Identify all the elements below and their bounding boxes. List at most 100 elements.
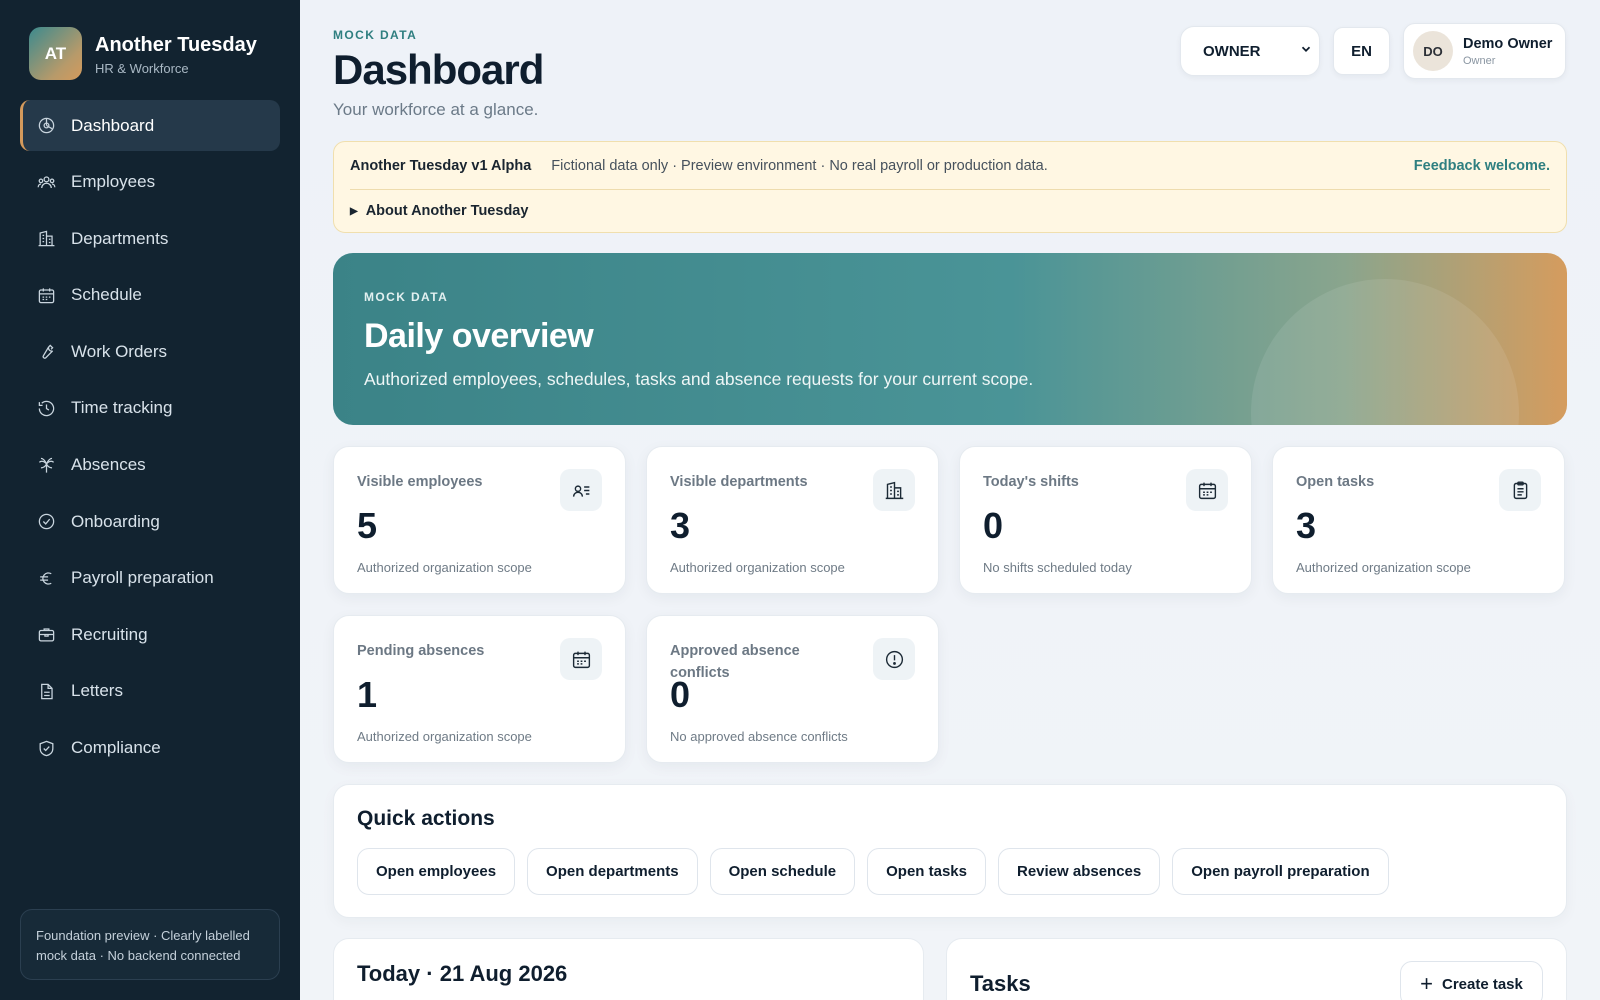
departments-icon (36, 229, 56, 249)
briefcase-icon (36, 625, 56, 645)
open-schedule-button[interactable]: Open schedule (709, 848, 856, 895)
stat-card-departments[interactable]: Visible departments 3 Authorized organiz… (646, 446, 939, 594)
today-panel: Today · 21 Aug 2026 (333, 938, 924, 1000)
stat-value: 0 (670, 674, 691, 715)
review-absences-button[interactable]: Review absences (997, 848, 1161, 895)
stat-value: 0 (983, 505, 1004, 546)
euro-icon (36, 568, 56, 588)
stat-value: 1 (357, 674, 378, 715)
sidebar-item-compliance[interactable]: Compliance (20, 723, 280, 774)
role-select-value: OWNER (1203, 42, 1261, 60)
quick-actions: Quick actions Open employees Open depart… (333, 784, 1567, 918)
shield-check-icon (36, 738, 56, 758)
sidebar-item-schedule[interactable]: Schedule (20, 270, 280, 321)
sidebar-item-letters[interactable]: Letters (20, 666, 280, 717)
stat-card-shifts[interactable]: Today's shifts 0 No shifts scheduled tod… (959, 446, 1252, 594)
sidebar-nav: Dashboard Employees Departments Schedule… (20, 100, 280, 779)
about-disclosure-label: About Another Tuesday (365, 203, 529, 219)
alpha-banner-title: Another Tuesday v1 Alpha (350, 158, 532, 174)
feedback-link[interactable]: Feedback welcome. (1414, 158, 1550, 174)
triangle-right-icon: ▶ (350, 205, 358, 217)
open-payroll-button[interactable]: Open payroll preparation (1172, 848, 1389, 895)
sidebar-item-label: Payroll preparation (71, 568, 214, 588)
tasks-panel: Tasks + Create task (946, 938, 1567, 1000)
stat-label: Approved absence conflicts (670, 643, 800, 681)
stat-card-open-tasks[interactable]: Open tasks 3 Authorized organization sco… (1272, 446, 1565, 594)
quick-actions-title: Quick actions (357, 807, 495, 830)
header-controls: OWNER EN DO Demo Owner Owner (1180, 23, 1566, 79)
hero-title: Daily overview (364, 317, 594, 355)
user-name: Demo Owner (1463, 35, 1553, 52)
page-eyebrow: MOCK DATA (333, 28, 418, 42)
sidebar-item-label: Dashboard (71, 115, 155, 135)
alert-circle-icon (873, 638, 915, 680)
sidebar-item-label: Departments (71, 228, 169, 248)
sidebar-item-employees[interactable]: Employees (20, 157, 280, 208)
avatar: DO (1413, 31, 1453, 71)
alpha-banner-note: Fictional data only · Preview environmen… (551, 158, 1048, 174)
main-content: MOCK DATA Dashboard Your workforce at a … (300, 0, 1600, 1000)
user-menu[interactable]: DO Demo Owner Owner (1403, 23, 1566, 79)
stat-label: Pending absences (357, 643, 485, 659)
open-employees-button[interactable]: Open employees (357, 848, 516, 895)
sidebar-item-absences[interactable]: Absences (20, 440, 280, 491)
sidebar-item-label: Compliance (71, 738, 161, 758)
role-select[interactable]: OWNER (1180, 26, 1320, 76)
brand-logo: AT (29, 27, 82, 80)
sidebar: AT Another Tuesday HR & Workforce Dashbo… (0, 0, 300, 1000)
stat-note: No approved absence conflicts (670, 729, 848, 744)
plus-icon: + (1420, 971, 1433, 996)
stat-note: Authorized organization scope (357, 729, 532, 744)
alpha-banner-divider (350, 189, 1550, 190)
brand-name: Another Tuesday (95, 33, 257, 56)
chevron-down-icon (1299, 42, 1313, 60)
check-circle-icon (36, 512, 56, 532)
sidebar-item-onboarding[interactable]: Onboarding (20, 496, 280, 547)
stat-card-pending-absences[interactable]: Pending absences 1 Authorized organizati… (333, 615, 626, 763)
dashboard-icon (36, 116, 56, 136)
sidebar-item-time-tracking[interactable]: Time tracking (20, 383, 280, 434)
stat-label: Open tasks (1296, 474, 1375, 490)
create-task-label: Create task (1441, 975, 1523, 993)
stat-label: Visible employees (357, 474, 483, 490)
wrench-icon (36, 342, 56, 362)
building-icon (873, 469, 915, 511)
stat-card-employees[interactable]: Visible employees 5 Authorized organizat… (333, 446, 626, 594)
page-subtitle: Your workforce at a glance. (333, 100, 539, 119)
sidebar-item-label: Employees (71, 172, 156, 192)
create-task-button[interactable]: + Create task (1400, 961, 1543, 1000)
hero-eyebrow: MOCK DATA (364, 290, 449, 304)
sidebar-item-label: Onboarding (71, 511, 160, 531)
language-button[interactable]: EN (1333, 27, 1390, 75)
alpha-banner: Another Tuesday v1 Alpha Fictional data … (333, 141, 1567, 233)
open-tasks-button[interactable]: Open tasks (867, 848, 986, 895)
sidebar-item-departments[interactable]: Departments (20, 213, 280, 264)
stat-note: No shifts scheduled today (983, 560, 1132, 575)
clipboard-icon (1499, 469, 1541, 511)
sidebar-item-work-orders[interactable]: Work Orders (20, 326, 280, 377)
sidebar-item-payroll[interactable]: Payroll preparation (20, 553, 280, 604)
sidebar-item-label: Time tracking (71, 398, 173, 418)
hero-decoration (1251, 279, 1519, 425)
brand[interactable]: AT Another Tuesday HR & Workforce (29, 27, 257, 80)
stat-label: Visible departments (670, 474, 808, 490)
page-title: Dashboard (333, 46, 544, 93)
schedule-icon (36, 285, 56, 305)
history-icon (36, 398, 56, 418)
sidebar-item-recruiting[interactable]: Recruiting (20, 609, 280, 660)
about-disclosure[interactable]: ▶ About Another Tuesday (350, 203, 528, 219)
sidebar-item-label: Work Orders (71, 341, 168, 361)
calendar-icon (560, 638, 602, 680)
stat-label: Today's shifts (983, 474, 1079, 490)
brand-subtitle: HR & Workforce (95, 60, 189, 76)
stat-note: Authorized organization scope (670, 560, 845, 575)
palm-tree-icon (36, 455, 56, 475)
sidebar-item-label: Recruiting (71, 624, 148, 644)
hero-subtitle: Authorized employees, schedules, tasks a… (364, 369, 1034, 389)
open-departments-button[interactable]: Open departments (527, 848, 698, 895)
sidebar-footer-note: Foundation preview · Clearly labelled mo… (20, 909, 280, 980)
document-icon (36, 681, 56, 701)
sidebar-item-dashboard[interactable]: Dashboard (20, 100, 280, 151)
id-card-icon (560, 469, 602, 511)
stat-card-absence-conflicts[interactable]: Approved absence conflicts 0 No approved… (646, 615, 939, 763)
